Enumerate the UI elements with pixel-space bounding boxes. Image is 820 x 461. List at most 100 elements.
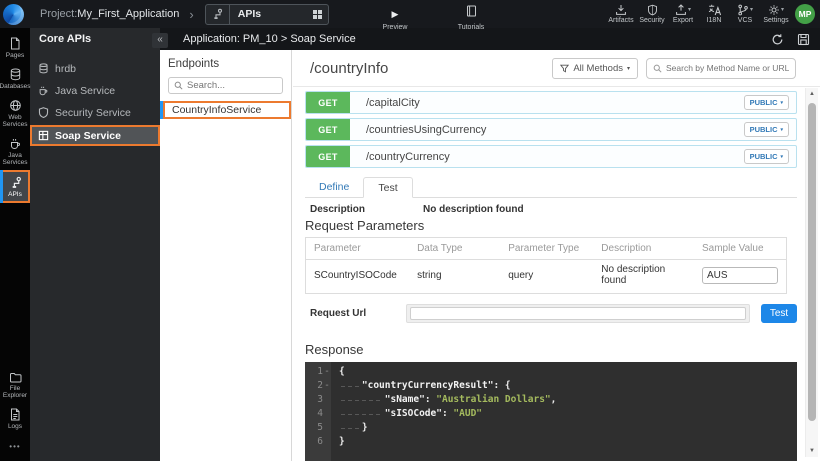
- core-apis-title: Core APIs: [39, 33, 146, 45]
- project-prefix-label: Project:: [40, 8, 77, 20]
- endpoint-item-countryinfoservice[interactable]: CountryInfoService: [160, 101, 291, 119]
- scroll-down-arrow[interactable]: ▼: [806, 445, 818, 457]
- core-api-item-soap-service[interactable]: Soap Service: [30, 125, 160, 146]
- request-url-label: Request Url: [310, 308, 406, 319]
- preview-button[interactable]: ▶ Preview: [378, 4, 412, 31]
- method-row-countriesusingcurrency[interactable]: GET /countriesUsingCurrency PUBLIC ▾: [305, 118, 797, 141]
- application-bar: Application: PM_10 > Soap Service: [160, 28, 820, 50]
- shield-icon: [638, 3, 666, 16]
- project-name-label: My_First_Application: [77, 8, 179, 20]
- table-header-row: Parameter Data Type Parameter Type Descr…: [306, 238, 787, 260]
- main-content: /countryInfo All Methods ▾: [293, 50, 820, 461]
- coffee-icon: [38, 85, 49, 96]
- left-rail: Pages Databases Web Services: [0, 28, 30, 461]
- sidebar-item-java-services[interactable]: Java Services: [0, 132, 30, 170]
- api-icon: [206, 5, 230, 24]
- project-name: Project:My_First_Application: [40, 8, 179, 20]
- settings-label: Settings: [762, 17, 790, 24]
- main-scrollbar[interactable]: ▲ ▼: [805, 88, 818, 457]
- sidebar-item-logs[interactable]: Logs: [0, 403, 30, 434]
- core-api-item-hrdb[interactable]: hrdb: [30, 59, 160, 78]
- methods-filter-dropdown[interactable]: All Methods ▾: [552, 58, 638, 79]
- play-icon: ▶: [392, 9, 399, 19]
- more-options-button[interactable]: •••: [0, 434, 30, 461]
- sidebar-item-apis[interactable]: APIs: [0, 170, 30, 203]
- endpoints-search[interactable]: [168, 77, 283, 94]
- test-button[interactable]: Test: [761, 304, 797, 323]
- collapse-panel-button[interactable]: «: [152, 33, 168, 48]
- http-verb-badge: GET: [306, 92, 350, 113]
- fold-icon[interactable]: -: [323, 365, 331, 379]
- security-button[interactable]: Security: [638, 3, 666, 24]
- method-search-input[interactable]: [666, 63, 789, 73]
- sample-value-input[interactable]: [702, 267, 778, 284]
- vcs-button[interactable]: ▾ VCS: [731, 3, 759, 24]
- grid-icon[interactable]: [313, 10, 322, 19]
- user-avatar[interactable]: MP: [795, 4, 815, 24]
- filter-icon: [560, 64, 569, 73]
- tab-apis-label: APIs: [230, 8, 313, 20]
- method-row-countrycurrency[interactable]: GET /countryCurrency PUBLIC ▾: [305, 145, 797, 168]
- database-icon: [38, 63, 49, 74]
- data-type-cell: string: [409, 260, 500, 294]
- request-url-field-wrap: [406, 304, 750, 323]
- settings-button[interactable]: ▾ Settings: [762, 3, 790, 24]
- method-path: /capitalCity: [366, 97, 744, 109]
- core-api-item-java-service[interactable]: Java Service: [30, 81, 160, 100]
- param-name-cell: SCountryISOCode: [306, 260, 410, 294]
- method-detail-tabs: Define Test: [305, 177, 797, 198]
- tab-apis[interactable]: APIs: [205, 4, 329, 25]
- folder-icon: [9, 371, 22, 383]
- wavemaker-studio-window: Project:My_First_Application › APIs ▶ Pr…: [0, 0, 820, 461]
- coffee-icon: [9, 137, 22, 150]
- save-icon[interactable]: [797, 33, 810, 46]
- refresh-icon[interactable]: [771, 33, 784, 46]
- fold-icon[interactable]: -: [323, 379, 331, 393]
- api-icon: [9, 176, 22, 189]
- tab-define[interactable]: Define: [305, 177, 363, 197]
- upload-icon: [675, 4, 687, 16]
- search-icon: [653, 64, 662, 73]
- access-dropdown[interactable]: PUBLIC ▾: [744, 122, 789, 137]
- artifacts-button[interactable]: Artifacts: [607, 3, 635, 24]
- response-title: Response: [305, 342, 797, 357]
- request-parameters-title: Request Parameters: [305, 218, 797, 233]
- shield-icon: [38, 107, 49, 118]
- application-breadcrumb: Application: PM_10 > Soap Service: [183, 33, 356, 45]
- page-icon: [9, 37, 21, 50]
- method-search[interactable]: [646, 58, 796, 79]
- scrollbar-thumb[interactable]: [808, 103, 816, 421]
- http-verb-badge: GET: [306, 119, 350, 140]
- security-label: Security: [638, 17, 666, 24]
- tutorials-button[interactable]: Tutorials: [452, 4, 490, 31]
- endpoints-search-input[interactable]: [187, 80, 277, 91]
- top-bar-actions: Artifacts Security ▾: [607, 3, 790, 24]
- access-dropdown[interactable]: PUBLIC ▾: [744, 149, 789, 164]
- book-icon: [466, 5, 477, 17]
- top-bar: Project:My_First_Application › APIs ▶ Pr…: [0, 0, 820, 28]
- sidebar-item-databases[interactable]: Databases: [0, 63, 30, 94]
- editor-gutter: 1- 2- 3 4 5 6: [305, 362, 331, 461]
- caret-down-icon: ▾: [780, 127, 783, 133]
- request-url-input[interactable]: [410, 307, 746, 320]
- response-editor[interactable]: 1- 2- 3 4 5 6 { "countryCurrencyResult":…: [305, 362, 797, 461]
- branch-icon: [737, 4, 749, 16]
- access-dropdown[interactable]: PUBLIC ▾: [744, 95, 789, 110]
- method-row-capitalcity[interactable]: GET /capitalCity PUBLIC ▾: [305, 91, 797, 114]
- scroll-up-arrow[interactable]: ▲: [806, 88, 818, 100]
- request-url-row: Request Url Test: [310, 304, 797, 323]
- sidebar-item-file-explorer[interactable]: File Explorer: [0, 366, 30, 403]
- log-file-icon: [9, 408, 21, 421]
- description-value: No description found: [423, 204, 524, 215]
- i18n-button[interactable]: I18N: [700, 3, 728, 24]
- app-logo-icon[interactable]: [3, 4, 24, 25]
- http-verb-badge: GET: [306, 146, 350, 167]
- core-api-item-security-service[interactable]: Security Service: [30, 103, 160, 122]
- tutorials-label: Tutorials: [452, 24, 490, 31]
- param-description-cell: No description found: [593, 260, 694, 294]
- chevron-right-icon: ›: [189, 7, 193, 22]
- export-button[interactable]: ▾ Export: [669, 3, 697, 24]
- sidebar-item-web-services[interactable]: Web Services: [0, 94, 30, 132]
- tab-test[interactable]: Test: [363, 177, 412, 198]
- sidebar-item-pages[interactable]: Pages: [0, 32, 30, 63]
